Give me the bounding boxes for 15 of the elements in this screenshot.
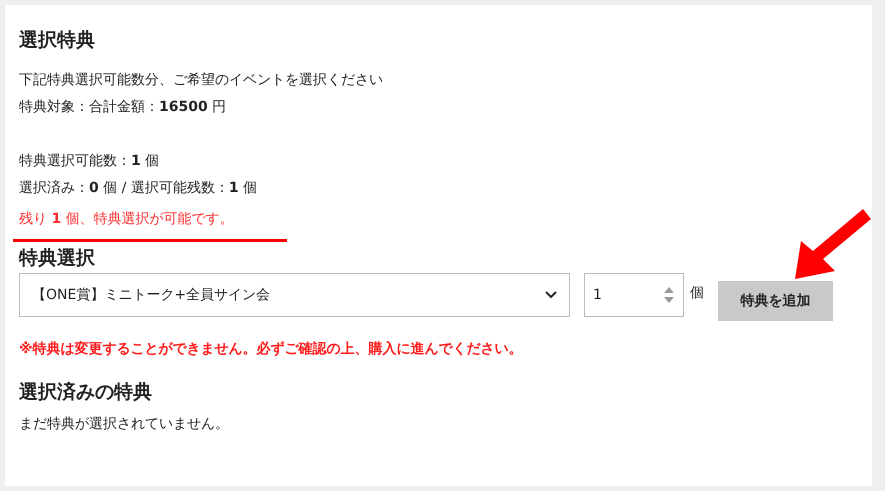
info-text: 下記特典選択可能数分、ご希望のイベントを選択ください	[19, 71, 384, 90]
unit-label: 個	[690, 284, 704, 303]
quantity-field[interactable]: 1	[584, 273, 684, 317]
select-field[interactable]: 【ONE賞】ミニトーク+全員サイン会	[19, 273, 570, 317]
info-text: 選択済み：0 個 / 選択可能残数：1 個	[19, 179, 258, 198]
section-title: 選択特典	[19, 28, 96, 53]
info-text: 特典選択可能数：1 個	[19, 152, 160, 171]
chevron-down-icon	[545, 291, 557, 299]
empty-message: まだ特典が選択されていません。	[19, 415, 230, 434]
add-button[interactable]: 特典を追加	[718, 281, 833, 321]
section-heading: 特典選択	[19, 246, 96, 271]
section-heading: 選択済みの特典	[19, 380, 153, 405]
warning-text: ※特典は変更することができません。必ずご確認の上、購入に進んでください。	[19, 340, 524, 359]
info-text: 特典対象：合計金額：16500 円	[19, 98, 228, 117]
remaining-notice: 残り 1 個、特典選択が可能です。	[19, 210, 235, 229]
